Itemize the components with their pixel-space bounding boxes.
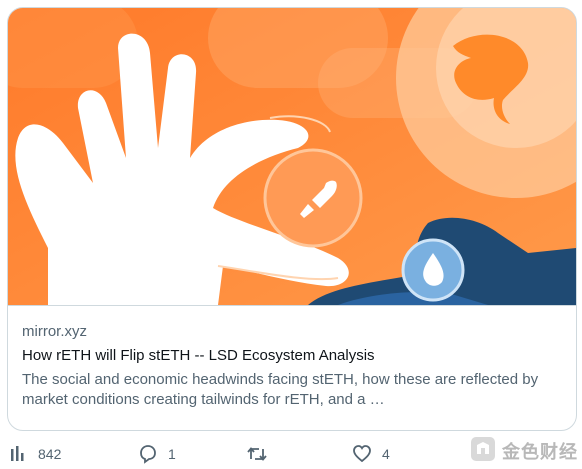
card-divider <box>8 305 576 306</box>
card-domain: mirror.xyz <box>22 323 87 340</box>
retweet-icon <box>246 444 268 464</box>
like-count: 4 <box>382 446 390 462</box>
card-body: mirror.xyz How rETH will Flip stETH -- L… <box>22 322 566 410</box>
card-description: The social and economic headwinds facing… <box>22 371 539 408</box>
views-count: 842 <box>38 446 62 462</box>
illustration <box>8 8 576 305</box>
link-card[interactable]: mirror.xyz How rETH will Flip stETH -- L… <box>7 7 577 431</box>
bar-chart-icon <box>10 445 28 463</box>
views-button[interactable]: 842 <box>10 440 61 468</box>
card-image <box>8 8 576 305</box>
reply-count: 1 <box>168 446 176 462</box>
watermark: 金色财经 <box>466 434 582 468</box>
like-button[interactable]: 4 <box>352 440 390 468</box>
watermark-logo-icon <box>470 436 496 467</box>
retweet-button[interactable] <box>246 440 278 468</box>
watermark-text: 金色财经 <box>502 442 578 463</box>
reply-button[interactable]: 1 <box>138 440 176 468</box>
heart-icon <box>352 444 372 464</box>
speech-bubble-icon <box>138 444 158 464</box>
card-title[interactable]: How rETH will Flip stETH -- LSD Ecosyste… <box>22 346 566 366</box>
